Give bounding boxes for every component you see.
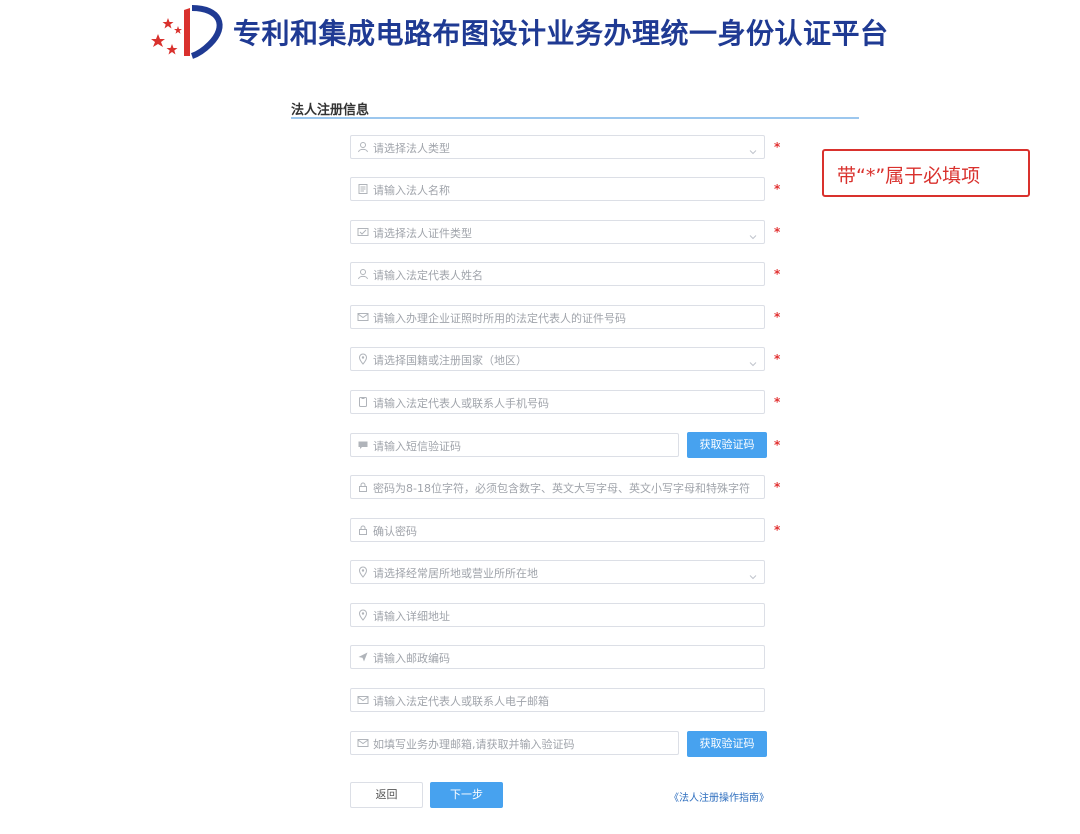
- field-placeholder: 请选择国籍或注册国家（地区）: [373, 354, 527, 367]
- registration-guide-link[interactable]: 《法人注册操作指南》: [669, 789, 769, 804]
- required-mark: *: [774, 182, 781, 196]
- required-mark: *: [774, 225, 781, 239]
- chevron-down-icon: [748, 567, 758, 580]
- required-mark: *: [774, 523, 781, 537]
- chevron-down-icon: [748, 142, 758, 155]
- section-title: 法人注册信息: [291, 103, 370, 118]
- phone-number-input[interactable]: 请输入法定代表人或联系人手机号码: [350, 390, 765, 414]
- message-icon: [357, 439, 369, 451]
- lock-icon: [357, 524, 369, 536]
- certificate-type-select[interactable]: 请选择法人证件类型: [350, 220, 765, 244]
- get-email-code-button[interactable]: 获取验证码: [687, 731, 767, 757]
- field-placeholder: 请选择法人类型: [373, 142, 450, 155]
- chevron-down-icon: [748, 354, 758, 367]
- field-placeholder: 请输入办理企业证照时所用的法定代表人的证件号码: [373, 312, 626, 325]
- confirm-password-input[interactable]: 确认密码: [350, 518, 765, 542]
- location-icon: [357, 566, 369, 578]
- required-mark: *: [774, 352, 781, 366]
- representative-id-number-input[interactable]: 请输入办理企业证照时所用的法定代表人的证件号码: [350, 305, 765, 329]
- lock-icon: [357, 481, 369, 493]
- mail-icon: [357, 694, 369, 706]
- field-placeholder: 请输入邮政编码: [373, 652, 450, 665]
- required-mark: *: [774, 140, 781, 154]
- location-icon: [357, 609, 369, 621]
- get-sms-code-button[interactable]: 获取验证码: [687, 432, 767, 458]
- postal-code-input[interactable]: 请输入邮政编码: [350, 645, 765, 669]
- business-email-code-input[interactable]: 如填写业务办理邮箱,请获取并输入验证码: [350, 731, 679, 755]
- field-placeholder: 如填写业务办理邮箱,请获取并输入验证码: [373, 738, 575, 751]
- id-card-icon: [357, 226, 369, 238]
- residence-location-select[interactable]: 请选择经常居所地或营业所所在地: [350, 560, 765, 584]
- required-mark: *: [774, 438, 781, 452]
- field-placeholder: 请输入法人名称: [373, 184, 450, 197]
- required-mark: *: [774, 267, 781, 281]
- callout-text: 带“*”属于必填项: [837, 165, 981, 187]
- site-title: 专利和集成电路布图设计业务办理统一身份认证平台: [233, 17, 889, 50]
- user-icon: [357, 268, 369, 280]
- phone-icon: [357, 396, 369, 408]
- field-placeholder: 确认密码: [373, 525, 417, 538]
- nationality-select[interactable]: 请选择国籍或注册国家（地区）: [350, 347, 765, 371]
- email-input[interactable]: 请输入法定代表人或联系人电子邮箱: [350, 688, 765, 712]
- field-placeholder: 请选择经常居所地或营业所所在地: [373, 567, 538, 580]
- legal-person-type-select[interactable]: 请选择法人类型: [350, 135, 765, 159]
- field-placeholder: 请输入法定代表人姓名: [373, 269, 483, 282]
- field-placeholder: 请输入详细地址: [373, 610, 450, 623]
- field-placeholder: 请输入法定代表人或联系人手机号码: [373, 397, 549, 410]
- id-card-icon: [357, 311, 369, 323]
- back-button[interactable]: 返回: [350, 782, 423, 808]
- section-divider: [291, 117, 859, 119]
- required-mark: *: [774, 310, 781, 324]
- header: 专利和集成电路布图设计业务办理统一身份认证平台: [0, 0, 1080, 70]
- location-icon: [357, 353, 369, 365]
- required-mark: *: [774, 395, 781, 409]
- send-icon: [357, 651, 369, 663]
- sms-code-input[interactable]: 请输入短信验证码: [350, 433, 679, 457]
- user-icon: [357, 141, 369, 153]
- required-mark: *: [774, 480, 781, 494]
- detailed-address-input[interactable]: 请输入详细地址: [350, 603, 765, 627]
- platform-logo: [150, 4, 230, 60]
- mail-icon: [357, 737, 369, 749]
- legal-representative-name-input[interactable]: 请输入法定代表人姓名: [350, 262, 765, 286]
- field-placeholder: 请选择法人证件类型: [373, 227, 472, 240]
- next-step-button[interactable]: 下一步: [430, 782, 503, 808]
- field-placeholder: 请输入短信验证码: [373, 440, 461, 453]
- password-input[interactable]: 密码为8-18位字符，必须包含数字、英文大写字母、英文小写字母和特殊字符: [350, 475, 765, 499]
- document-icon: [357, 183, 369, 195]
- required-field-callout: 带“*”属于必填项: [822, 149, 1030, 197]
- field-placeholder: 请输入法定代表人或联系人电子邮箱: [373, 695, 549, 708]
- chevron-down-icon: [748, 227, 758, 240]
- legal-person-name-input[interactable]: 请输入法人名称: [350, 177, 765, 201]
- field-placeholder: 密码为8-18位字符，必须包含数字、英文大写字母、英文小写字母和特殊字符: [373, 482, 750, 495]
